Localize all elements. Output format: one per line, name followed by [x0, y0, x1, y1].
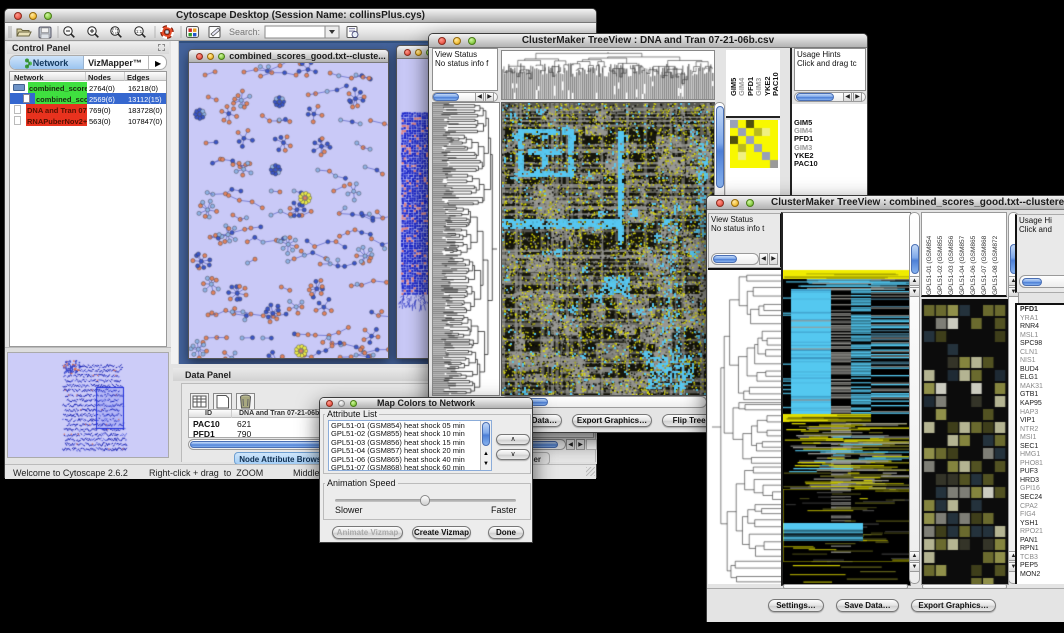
svg-text:Search:: Search: [229, 27, 260, 37]
svg-text:1:1: 1:1 [136, 29, 143, 34]
